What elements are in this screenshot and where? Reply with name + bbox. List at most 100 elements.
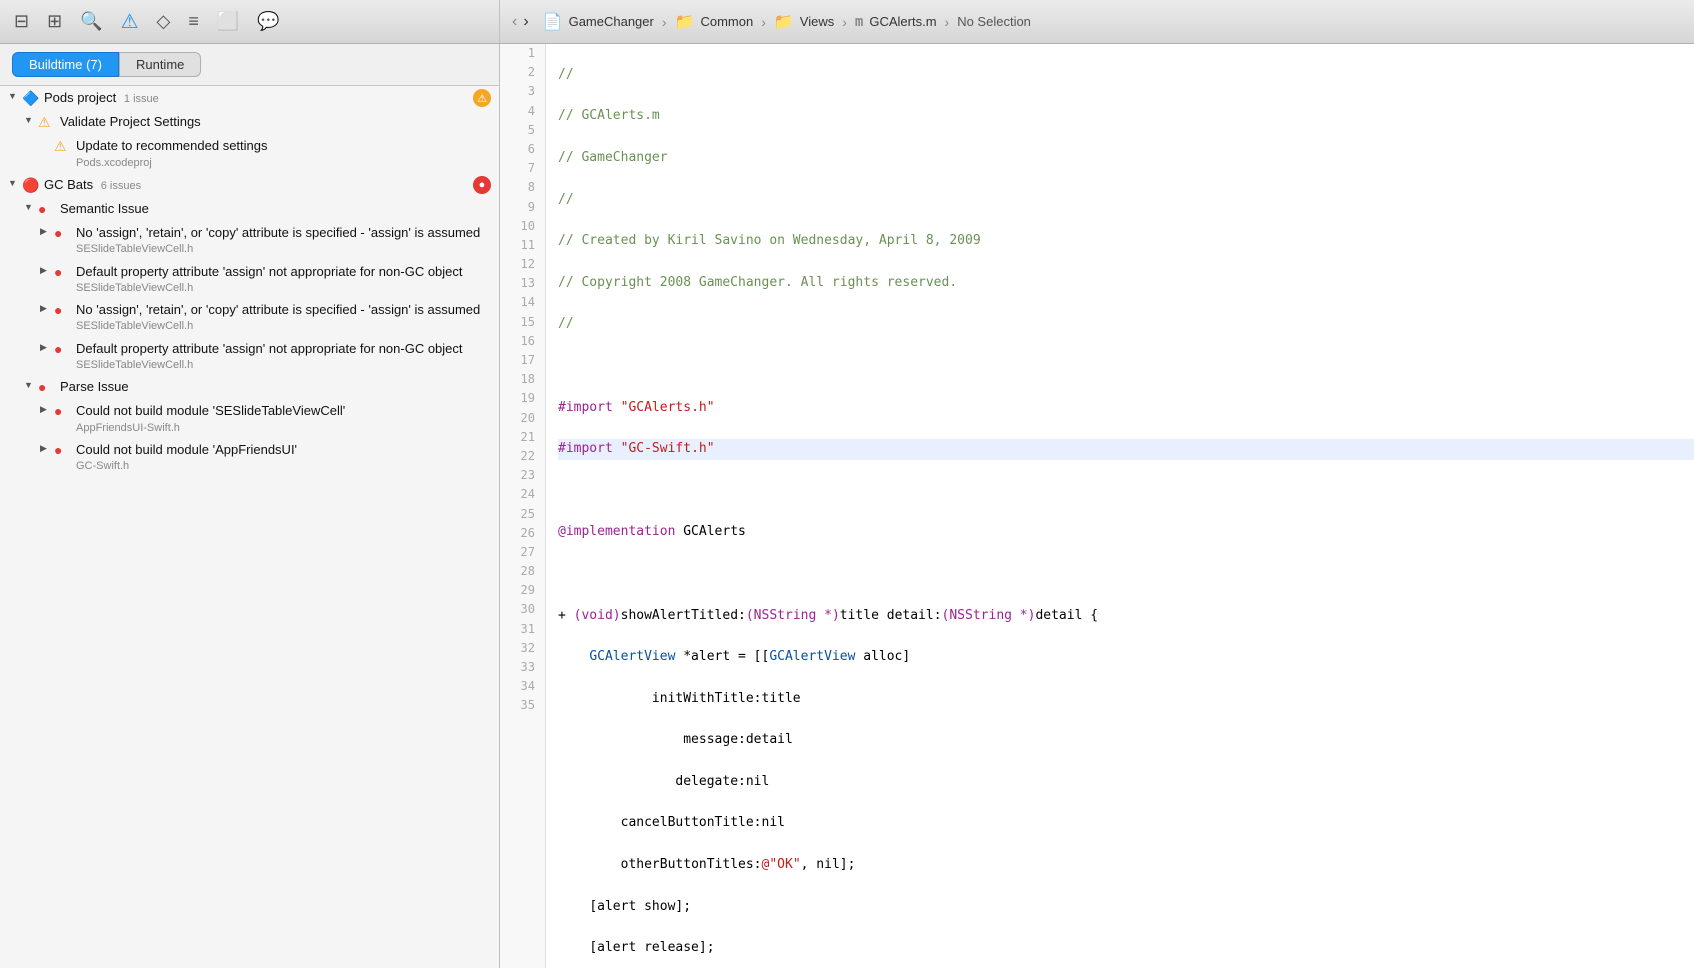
- error-icon: ●: [54, 302, 72, 318]
- list-item[interactable]: ● No 'assign', 'retain', or 'copy' attri…: [0, 221, 499, 259]
- expand-icon[interactable]: [40, 226, 54, 237]
- list-item[interactable]: ● Could not build module 'AppFriendsUI' …: [0, 438, 499, 476]
- code-line: delegate:nil: [558, 772, 1694, 793]
- list-item[interactable]: ⚠ Update to recommended settings Pods.xc…: [0, 134, 499, 172]
- chat-icon[interactable]: 💬: [257, 11, 279, 32]
- list-item[interactable]: ● Default property attribute 'assign' no…: [0, 260, 499, 298]
- breadcrumb-folder-icon-2: 📁: [774, 12, 794, 32]
- code-line: //: [558, 190, 1694, 211]
- breadcrumb-views[interactable]: Views: [800, 14, 834, 29]
- issue-title: Default property attribute 'assign' not …: [76, 340, 491, 358]
- issue-list: 🔷 Pods project 1 issue ⚠ ⚠ Validate Proj…: [0, 86, 499, 968]
- main-area: Buildtime (7) Runtime 🔷 Pods project 1 i…: [0, 44, 1694, 968]
- code-line: message:detail: [558, 730, 1694, 751]
- breadcrumb-sep-1: ›: [662, 14, 667, 30]
- list-item[interactable]: ⚠ Validate Project Settings: [0, 110, 499, 134]
- group-icon[interactable]: ⊞: [47, 11, 62, 32]
- list-item[interactable]: ● Could not build module 'SESlideTableVi…: [0, 399, 499, 437]
- code-content: // // GCAlerts.m // GameChanger // // Cr…: [546, 44, 1694, 968]
- error-icon: ●: [38, 379, 56, 395]
- expand-icon[interactable]: [24, 115, 38, 125]
- code-line: GCAlertView *alert = [[GCAlertView alloc…: [558, 647, 1694, 668]
- tag-icon[interactable]: ⬜: [217, 11, 239, 32]
- list-item[interactable]: ● Default property attribute 'assign' no…: [0, 337, 499, 375]
- code-line: #import "GC-Swift.h": [558, 439, 1694, 460]
- code-line: // Created by Kiril Savino on Wednesday,…: [558, 231, 1694, 252]
- issue-title: Update to recommended settings: [76, 137, 491, 155]
- code-editor: 12345 678910 1112131415 1617181920 21222…: [500, 44, 1694, 968]
- code-line: otherButtonTitles:@"OK", nil];: [558, 855, 1694, 876]
- list-item[interactable]: 🔴 GC Bats 6 issues ●: [0, 173, 499, 197]
- warning-badge: ⚠: [473, 89, 491, 107]
- issue-subtitle: SESlideTableViewCell.h: [76, 358, 491, 372]
- error-icon: ●: [38, 201, 56, 217]
- issue-title: Validate Project Settings: [60, 113, 491, 131]
- error-icon: ●: [54, 442, 72, 458]
- list-item[interactable]: ● Parse Issue: [0, 375, 499, 399]
- code-line: //: [558, 314, 1694, 335]
- breadcrumb-sep-3: ›: [842, 14, 847, 30]
- issue-subtitle: Pods.xcodeproj: [76, 156, 491, 170]
- breadcrumb-common[interactable]: Common: [700, 14, 753, 29]
- tab-bar: Buildtime (7) Runtime: [0, 44, 499, 86]
- line-numbers: 12345 678910 1112131415 1617181920 21222…: [500, 44, 546, 968]
- folder-icon[interactable]: ⊟: [14, 11, 29, 32]
- issue-subtitle: GC-Swift.h: [76, 459, 491, 473]
- breadcrumb-sep-2: ›: [761, 14, 766, 30]
- forward-arrow[interactable]: ›: [523, 13, 528, 31]
- breadcrumb-sep-4: ›: [945, 14, 950, 30]
- runtime-tab[interactable]: Runtime: [119, 52, 201, 77]
- list-item[interactable]: ● No 'assign', 'retain', or 'copy' attri…: [0, 298, 499, 336]
- code-line: @implementation GCAlerts: [558, 522, 1694, 543]
- issue-subtitle: SESlideTableViewCell.h: [76, 319, 491, 333]
- issue-subtitle: AppFriendsUI-Swift.h: [76, 421, 491, 435]
- error-icon: ●: [54, 341, 72, 357]
- issue-title: Pods project: [44, 90, 116, 105]
- left-toolbar: ⊟ ⊞ 🔍 ⚠ ◇ ≡ ⬜ 💬: [0, 0, 500, 43]
- expand-icon[interactable]: [8, 91, 22, 101]
- code-area[interactable]: 12345 678910 1112131415 1617181920 21222…: [500, 44, 1694, 968]
- code-line: [alert release];: [558, 938, 1694, 959]
- top-bars: ⊟ ⊞ 🔍 ⚠ ◇ ≡ ⬜ 💬 ‹ › 📄 GameChanger › 📁 Co…: [0, 0, 1694, 44]
- breadcrumb-gcalerts[interactable]: GCAlerts.m: [869, 14, 936, 29]
- expand-icon[interactable]: [24, 202, 38, 212]
- code-line: // Copyright 2008 GameChanger. All right…: [558, 273, 1694, 294]
- back-arrow[interactable]: ‹: [512, 13, 517, 31]
- search-icon[interactable]: 🔍: [80, 11, 102, 32]
- breadcrumb-file-icon: 📄: [543, 12, 563, 32]
- toolbar-icons: ⊟ ⊞ 🔍 ⚠ ◇ ≡ ⬜ 💬: [14, 9, 280, 34]
- breadcrumb-mfile-icon: m: [855, 14, 863, 30]
- issue-subtitle: SESlideTableViewCell.h: [76, 242, 491, 256]
- left-panel: Buildtime (7) Runtime 🔷 Pods project 1 i…: [0, 44, 500, 968]
- code-line: // GCAlerts.m: [558, 106, 1694, 127]
- list-icon[interactable]: ≡: [188, 11, 199, 32]
- issue-title: Default property attribute 'assign' not …: [76, 263, 491, 281]
- nav-arrows: ‹ ›: [512, 13, 529, 31]
- expand-icon[interactable]: [24, 380, 38, 390]
- issue-title: GC Bats: [44, 177, 93, 192]
- expand-icon[interactable]: [40, 303, 54, 314]
- code-line: // GameChanger: [558, 148, 1694, 169]
- code-line: + (void)showAlertTitled:(NSString *)titl…: [558, 606, 1694, 627]
- error-icon: ●: [54, 264, 72, 280]
- expand-icon[interactable]: [8, 178, 22, 188]
- issue-title: No 'assign', 'retain', or 'copy' attribu…: [76, 301, 491, 319]
- code-line: [558, 481, 1694, 502]
- list-item[interactable]: ● Semantic Issue: [0, 197, 499, 221]
- expand-icon[interactable]: [40, 265, 54, 276]
- warning-icon[interactable]: ⚠: [121, 9, 139, 34]
- expand-icon[interactable]: [40, 404, 54, 415]
- expand-icon[interactable]: [40, 342, 54, 353]
- code-line: #import "GCAlerts.h": [558, 398, 1694, 419]
- expand-icon[interactable]: [40, 443, 54, 454]
- issue-title: No 'assign', 'retain', or 'copy' attribu…: [76, 224, 491, 242]
- issue-title: Could not build module 'SESlideTableView…: [76, 402, 491, 420]
- breadcrumb-gamechanger[interactable]: GameChanger: [569, 14, 654, 29]
- diamond-icon[interactable]: ◇: [157, 11, 171, 32]
- list-item[interactable]: 🔷 Pods project 1 issue ⚠: [0, 86, 499, 110]
- issue-title: Semantic Issue: [60, 200, 491, 218]
- breadcrumb-no-selection: No Selection: [957, 14, 1031, 29]
- buildtime-tab[interactable]: Buildtime (7): [12, 52, 119, 77]
- warning-icon: ⚠: [38, 114, 56, 131]
- breadcrumb-bar: ‹ › 📄 GameChanger › 📁 Common › 📁 Views ›…: [500, 0, 1694, 43]
